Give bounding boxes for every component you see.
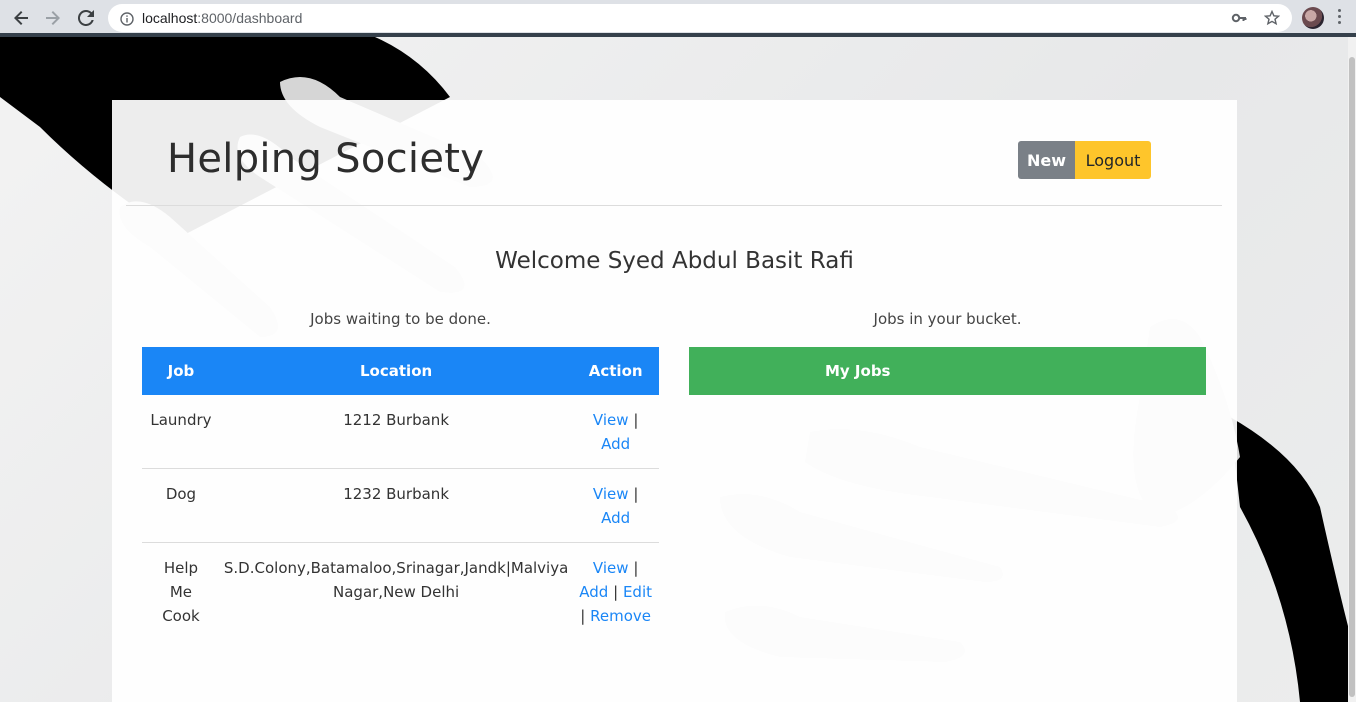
view-link[interactable]: View [593, 559, 629, 577]
edit-link[interactable]: Edit [623, 583, 652, 601]
url-text: localhost:8000/dashboard [142, 10, 303, 26]
key-icon[interactable] [1231, 10, 1247, 30]
jobs-waiting-caption: Jobs waiting to be done. [310, 310, 491, 328]
welcome-heading: Welcome Syed Abdul Basit Rafi [495, 248, 854, 274]
job-cell: Laundry [142, 395, 220, 469]
table-row: Dog 1232 Burbank View | Add [142, 468, 659, 543]
my-jobs-header: My Jobs [689, 347, 1206, 395]
table-row: Laundry 1212 Burbank View | Add [142, 395, 659, 469]
reload-icon[interactable] [75, 7, 97, 29]
add-link[interactable]: Add [579, 583, 608, 601]
new-button[interactable]: New [1018, 141, 1075, 179]
jobs-table-header-row: Job Location Action [142, 347, 659, 395]
vertical-scrollbar[interactable] [1348, 37, 1356, 702]
forward-arrow-icon[interactable] [42, 7, 64, 29]
location-cell: 1232 Burbank [219, 468, 573, 543]
job-cell: Help Me Cook [142, 543, 220, 641]
my-jobs-title: My Jobs [825, 362, 891, 380]
profile-avatar[interactable] [1302, 7, 1324, 29]
action-cell: View | Add [572, 395, 659, 469]
table-row: Help Me Cook S.D.Colony,Batamaloo,Srinag… [142, 543, 659, 641]
column-header-job: Job [167, 362, 195, 380]
jobs-table: Job Location Action Laundry 1212 Burbank… [142, 347, 659, 640]
view-link[interactable]: View [593, 411, 629, 429]
column-header-location: Location [360, 362, 433, 380]
separator: | [633, 559, 639, 577]
header-button-group: New Logout [1018, 141, 1151, 179]
separator: | [613, 583, 619, 601]
header-divider [126, 205, 1222, 206]
remove-link[interactable]: Remove [590, 607, 651, 625]
star-icon[interactable] [1263, 9, 1281, 30]
separator: | [633, 411, 639, 429]
main-card: Helping Society New Logout Welcome Syed … [112, 100, 1237, 702]
action-cell: View | Add | Edit | Remove [572, 543, 659, 641]
logout-button[interactable]: Logout [1075, 141, 1151, 179]
action-cell: View | Add [572, 468, 659, 543]
address-bar[interactable]: localhost:8000/dashboard [108, 4, 1292, 32]
browser-menu-icon[interactable] [1338, 9, 1342, 27]
location-cell: S.D.Colony,Batamaloo,Srinagar,Jandk|Malv… [223, 559, 569, 601]
job-cell: Dog [142, 468, 220, 543]
separator: | [580, 607, 586, 625]
location-cell: 1212 Burbank [219, 395, 573, 469]
browser-toolbar: localhost:8000/dashboard [0, 0, 1356, 37]
brand-title: Helping Society [167, 136, 485, 182]
job-name: Help Me Cook [162, 559, 200, 625]
view-link[interactable]: View [593, 485, 629, 503]
info-icon[interactable] [120, 11, 134, 30]
column-header-action: Action [588, 362, 643, 380]
separator: | [633, 485, 639, 503]
add-link[interactable]: Add [601, 435, 630, 453]
scrollbar-thumb[interactable] [1349, 57, 1355, 697]
back-arrow-icon[interactable] [10, 7, 32, 29]
add-link[interactable]: Add [601, 509, 630, 527]
jobs-bucket-caption: Jobs in your bucket. [873, 310, 1022, 328]
